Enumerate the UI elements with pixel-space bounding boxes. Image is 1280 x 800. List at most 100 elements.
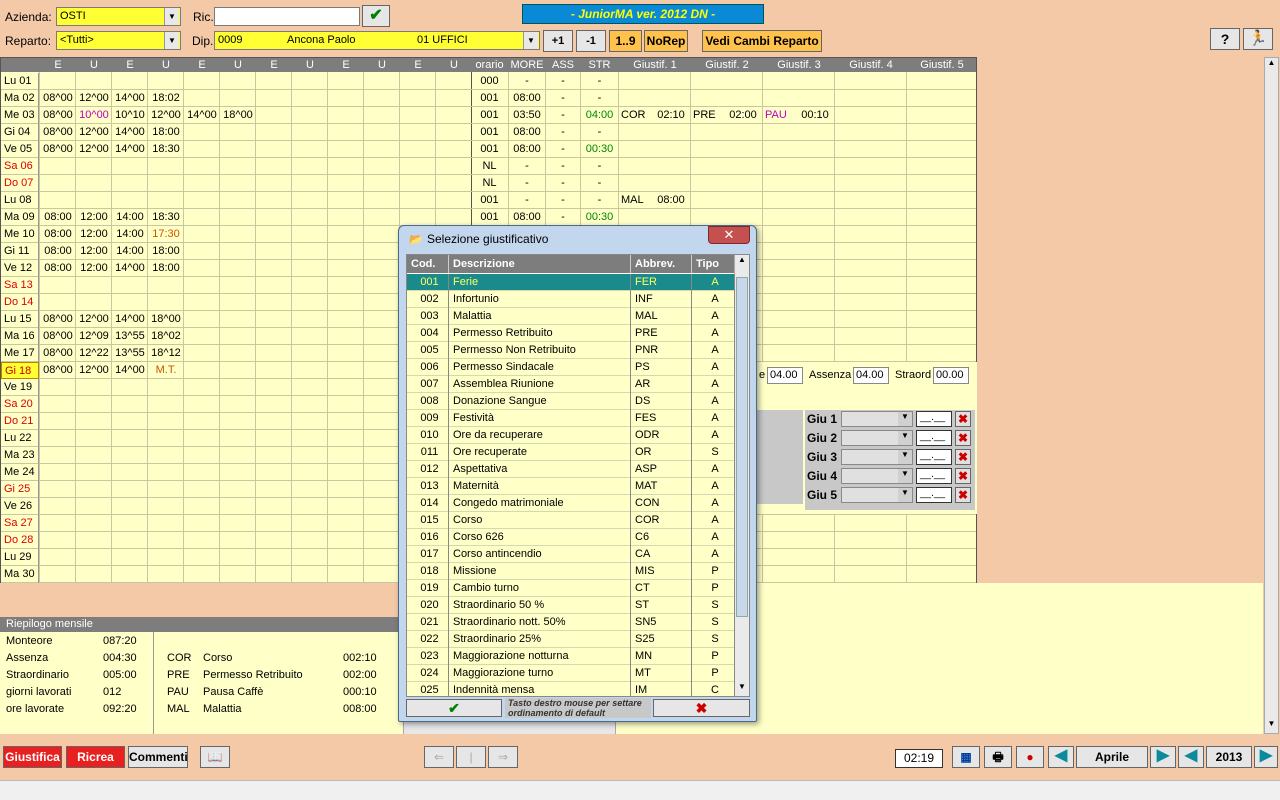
time-cell[interactable]: 18:00: [148, 260, 184, 277]
col-abbrev[interactable]: Abbrev.: [631, 255, 692, 273]
time-cell[interactable]: 08^00: [40, 345, 76, 362]
scroll-down-icon[interactable]: ▼: [735, 682, 749, 696]
month-prev-button[interactable]: ◀: [1048, 746, 1074, 768]
giu-select[interactable]: ▼: [841, 487, 913, 503]
timecard-row[interactable]: Ma 09 08:00 12:00 14:00 18:30: [1, 209, 472, 226]
giustif-time[interactable]: 08:00: [653, 192, 689, 209]
commenti-button[interactable]: Commenti: [128, 746, 188, 768]
time-cell[interactable]: 14^00: [112, 141, 148, 158]
reparto-select[interactable]: <Tutti> ▼: [56, 31, 181, 50]
timecard-row[interactable]: Ma 02 08^00 12^00 14^00 18:02: [1, 90, 472, 107]
giustif-code[interactable]: PAU: [765, 107, 793, 124]
norep-button[interactable]: NoRep: [644, 30, 688, 52]
time-cell[interactable]: 08^00: [40, 124, 76, 141]
time-cell[interactable]: 12^22: [76, 345, 112, 362]
time-cell[interactable]: 12:00: [76, 226, 112, 243]
time-cell[interactable]: 14^00: [112, 90, 148, 107]
giu-delete-button[interactable]: ✖: [955, 411, 971, 427]
timecard-row[interactable]: Ve 05 08^00 12^00 14^00 18:30: [1, 141, 472, 158]
giustificativo-row[interactable]: 004 Permesso Retribuito PRE A: [407, 325, 735, 342]
chevron-down-icon[interactable]: ▼: [898, 450, 912, 464]
calculator-button[interactable]: ▦: [952, 746, 980, 768]
giustifica-button[interactable]: Giustifica: [3, 746, 62, 768]
plus-one-button[interactable]: +1: [543, 30, 573, 52]
giu-time-input[interactable]: __.__: [916, 430, 952, 446]
print-button[interactable]: 🖶: [984, 746, 1012, 768]
chevron-down-icon[interactable]: ▼: [898, 488, 912, 502]
exit-button[interactable]: 🏃: [1243, 28, 1273, 50]
scroll-up-icon[interactable]: ▲: [735, 255, 749, 269]
chevron-down-icon[interactable]: ▼: [898, 469, 912, 483]
giustificativo-row[interactable]: 021 Straordinario nott. 50% SN5 S: [407, 614, 735, 631]
giustificativo-row[interactable]: 014 Congedo matrimoniale CON A: [407, 495, 735, 512]
giustificativo-row[interactable]: 002 Infortunio INF A: [407, 291, 735, 308]
col-descrizione[interactable]: Descrizione: [449, 255, 631, 273]
col-cod[interactable]: Cod.: [407, 255, 449, 273]
time-cell[interactable]: 18^00: [220, 107, 256, 124]
time-cell[interactable]: 10^10: [112, 107, 148, 124]
assenza-input[interactable]: 04.00: [853, 367, 889, 384]
giustificativo-row[interactable]: 012 Aspettativa ASP A: [407, 461, 735, 478]
time-cell[interactable]: 18^12: [148, 345, 184, 362]
time-cell[interactable]: 08^00: [40, 90, 76, 107]
justification-row[interactable]: 001 - - - MAL 08:00: [472, 192, 976, 209]
giustif-time[interactable]: 02:10: [653, 107, 689, 124]
year-prev-button[interactable]: ◀: [1178, 746, 1204, 768]
time-cell[interactable]: 12^09: [76, 328, 112, 345]
time-cell[interactable]: 14^00: [184, 107, 220, 124]
time-cell[interactable]: 08^00: [40, 141, 76, 158]
time-cell[interactable]: 12:00: [76, 260, 112, 277]
nav-next-button[interactable]: ⇒: [488, 746, 518, 768]
timecard-row[interactable]: Sa 06: [1, 158, 472, 175]
e-input[interactable]: 04.00: [767, 367, 803, 384]
time-cell[interactable]: 18:02: [148, 90, 184, 107]
justification-row[interactable]: 001 08:00 - 00:30: [472, 141, 976, 158]
time-cell[interactable]: 14^00: [112, 311, 148, 328]
month-next-button[interactable]: ▶: [1150, 746, 1176, 768]
dialog-close-button[interactable]: ✕: [708, 226, 750, 244]
giustificativo-row[interactable]: 017 Corso antincendio CA A: [407, 546, 735, 563]
chevron-down-icon[interactable]: ▼: [164, 32, 179, 49]
giu-delete-button[interactable]: ✖: [955, 468, 971, 484]
giustificativo-row[interactable]: 009 Festività FES A: [407, 410, 735, 427]
giu-time-input[interactable]: __.__: [916, 487, 952, 503]
time-cell[interactable]: 13^55: [112, 328, 148, 345]
dipendente-select[interactable]: 0009 Ancona Paolo 01 UFFICI ▼: [214, 31, 540, 50]
time-cell[interactable]: 18:00: [148, 124, 184, 141]
timecard-row[interactable]: Lu 08: [1, 192, 472, 209]
timecard-row[interactable]: Me 03 08^00 10^00 10^10 12^00 14^00 18^00: [1, 107, 472, 124]
time-cell[interactable]: 08:00: [40, 209, 76, 226]
time-cell[interactable]: 18^02: [148, 328, 184, 345]
giu-time-input[interactable]: __.__: [916, 468, 952, 484]
time-cell[interactable]: 12^00: [76, 124, 112, 141]
time-cell[interactable]: 08^00: [40, 328, 76, 345]
main-scrollbar[interactable]: ▲ ▼: [1264, 57, 1279, 734]
giu-time-input[interactable]: __.__: [916, 411, 952, 427]
time-cell[interactable]: 18:30: [148, 141, 184, 158]
time-cell[interactable]: 13^55: [112, 345, 148, 362]
giustif-code[interactable]: PRE: [693, 107, 721, 124]
time-cell[interactable]: 08:00: [40, 226, 76, 243]
justification-row[interactable]: NL - - -: [472, 158, 976, 175]
col-tipo[interactable]: Tipo: [692, 255, 735, 273]
giustificativo-row[interactable]: 006 Permesso Sindacale PS A: [407, 359, 735, 376]
giustificativo-row[interactable]: 018 Missione MIS P: [407, 563, 735, 580]
dialog-ok-button[interactable]: ✔: [406, 699, 502, 717]
ric-input[interactable]: [214, 7, 360, 26]
giustificativi-table[interactable]: Cod. Descrizione Abbrev. Tipo ▲ ▼ 001 Fer…: [406, 254, 750, 697]
year-next-button[interactable]: ▶: [1254, 746, 1278, 768]
justification-row[interactable]: 001 08:00 - 00:30: [472, 209, 976, 226]
justification-row[interactable]: 000 - - -: [472, 73, 976, 90]
time-cell[interactable]: 12^00: [76, 362, 112, 379]
giustificativo-row[interactable]: 010 Ore da recuperare ODR A: [407, 427, 735, 444]
time-cell[interactable]: 14^00: [112, 260, 148, 277]
timecard-row[interactable]: Gi 04 08^00 12^00 14^00 18:00: [1, 124, 472, 141]
giustificativo-row[interactable]: 001 Ferie FER A: [407, 274, 735, 291]
time-cell[interactable]: 12:00: [76, 243, 112, 260]
giu-delete-button[interactable]: ✖: [955, 487, 971, 503]
giu-delete-button[interactable]: ✖: [955, 430, 971, 446]
giustif-code[interactable]: MAL: [621, 192, 649, 209]
azienda-select[interactable]: OSTI ▼: [56, 7, 181, 26]
vedi-cambi-reparto-button[interactable]: Vedi Cambi Reparto: [702, 30, 822, 52]
giustificativo-row[interactable]: 003 Malattia MAL A: [407, 308, 735, 325]
